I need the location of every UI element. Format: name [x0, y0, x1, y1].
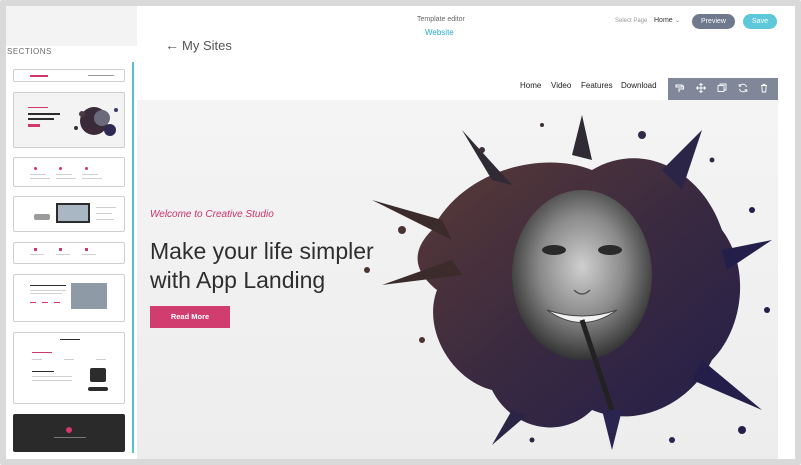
read-more-button[interactable]: Read More [150, 306, 230, 328]
site-nav-features[interactable]: Features [581, 81, 613, 90]
sidebar-header [6, 6, 137, 46]
paint-roller-icon[interactable] [674, 83, 686, 95]
section-thumb-dark-banner[interactable] [13, 414, 125, 452]
section-thumb-header[interactable] [13, 69, 125, 82]
move-icon[interactable] [695, 83, 707, 95]
save-button[interactable]: Save [743, 14, 777, 29]
section-thumb-features[interactable] [13, 157, 125, 187]
site-nav-video[interactable]: Video [551, 81, 571, 90]
hero-headline: Make your life simpler with App Landing [150, 237, 410, 295]
sections-title: SECTIONS [7, 47, 52, 56]
back-label: My Sites [182, 38, 232, 53]
delete-icon[interactable] [758, 83, 770, 95]
section-thumbnails[interactable] [6, 62, 134, 453]
back-to-my-sites[interactable]: ← My Sites [165, 37, 232, 53]
chevron-down-icon[interactable]: ⌄ [675, 17, 680, 24]
refresh-icon[interactable] [737, 83, 749, 95]
section-toolbar [668, 78, 778, 100]
select-page-dropdown[interactable]: Home [654, 17, 673, 24]
section-thumb-devices[interactable] [13, 196, 125, 232]
hero-headline-line1: Make your life simpler [150, 238, 374, 264]
site-nav-download[interactable]: Download [621, 81, 657, 90]
editor-topbar: Template editor Website Select Page Home… [137, 6, 795, 46]
select-page-label: Select Page [615, 18, 648, 24]
hero-welcome-text: Welcome to Creative Studio [150, 209, 274, 220]
preview-button[interactable]: Preview [692, 14, 735, 29]
section-thumb-who-we-are[interactable] [13, 332, 125, 404]
hero-headline-line2: with App Landing [150, 267, 326, 293]
hero-thumb-art [74, 107, 118, 136]
site-nav-home[interactable]: Home [520, 81, 541, 90]
arrow-left-icon: ← [165, 37, 179, 53]
duplicate-icon[interactable] [716, 83, 728, 95]
editor-canvas[interactable]: Home Video Features Download Welcome to … [137, 70, 778, 459]
right-gutter [778, 46, 795, 459]
template-type-link[interactable]: Website [425, 28, 454, 37]
section-thumb-services[interactable] [13, 242, 125, 264]
hero-section[interactable]: Welcome to Creative Studio Make your lif… [137, 100, 778, 459]
section-thumb-about[interactable] [13, 274, 125, 322]
section-thumb-hero[interactable] [13, 92, 125, 148]
template-editor-title: Template editor [417, 16, 465, 23]
